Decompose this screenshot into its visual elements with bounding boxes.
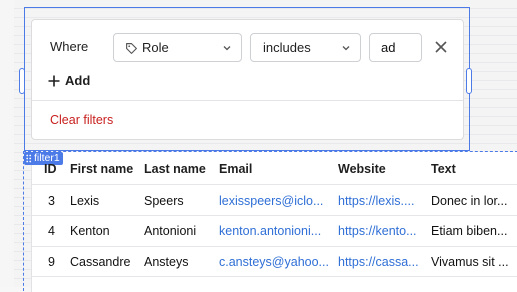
cell-text: Donec in lor... xyxy=(431,194,508,208)
cell-first-name: Kenton xyxy=(70,224,110,238)
operator-select-value: includes xyxy=(263,40,311,55)
column-header-last-name[interactable]: Last name xyxy=(144,162,206,176)
where-label: Where xyxy=(50,39,89,54)
resize-handle-left[interactable] xyxy=(19,68,25,94)
row-divider xyxy=(32,246,517,247)
cell-website-link[interactable]: https://lexis.... xyxy=(338,194,420,208)
header-divider xyxy=(32,184,517,185)
cell-id: 4 xyxy=(48,224,55,238)
cell-email-link[interactable]: c.ansteys@yahoo... xyxy=(219,255,329,269)
chevron-down-icon xyxy=(223,46,231,51)
filter-value-text: ad xyxy=(381,40,396,55)
add-filter-button[interactable]: Add xyxy=(47,73,90,88)
chevron-down-icon xyxy=(342,46,350,51)
close-icon[interactable] xyxy=(433,39,449,55)
cell-id: 9 xyxy=(48,255,55,269)
add-filter-label: Add xyxy=(65,73,91,88)
column-header-email[interactable]: Email xyxy=(219,162,252,176)
filter-divider xyxy=(32,100,463,101)
field-select-value: Role xyxy=(142,40,169,55)
canvas-gutter xyxy=(0,0,14,287)
column-header-first-name[interactable]: First name xyxy=(70,162,133,176)
field-select[interactable]: Role xyxy=(113,33,242,62)
resize-handle-right[interactable] xyxy=(466,68,472,94)
cell-website-link[interactable]: https://kento... xyxy=(338,224,420,238)
cell-last-name: Antonioni xyxy=(144,224,197,238)
filter-value-input[interactable]: ad xyxy=(369,33,422,62)
drag-handle-icon[interactable] xyxy=(26,154,32,163)
operator-select[interactable]: includes xyxy=(250,33,361,62)
cell-text: Etiam biben... xyxy=(431,224,508,238)
column-header-text[interactable]: Text xyxy=(431,162,456,176)
row-divider xyxy=(32,276,517,277)
cell-last-name: Speers xyxy=(144,194,184,208)
column-header-website[interactable]: Website xyxy=(338,162,386,176)
cell-email-link[interactable]: lexisspeers@iclo... xyxy=(219,194,329,208)
cell-text: Vivamus sit ... xyxy=(431,255,509,269)
row-divider xyxy=(32,215,517,216)
filter-widget-selection xyxy=(24,7,470,151)
plus-icon xyxy=(48,75,60,86)
cell-website-link[interactable]: https://cassa... xyxy=(338,255,420,269)
cell-first-name: Lexis xyxy=(70,194,100,208)
cell-email-link[interactable]: kenton.antonioni... xyxy=(219,224,329,238)
cell-id: 3 xyxy=(48,194,55,208)
cell-first-name: Cassandre xyxy=(70,255,131,269)
column-header-id[interactable]: ID xyxy=(44,162,57,176)
clear-filters-button[interactable]: Clear filters xyxy=(50,113,113,127)
tag-icon xyxy=(126,43,137,54)
cell-last-name: Ansteys xyxy=(144,255,189,269)
